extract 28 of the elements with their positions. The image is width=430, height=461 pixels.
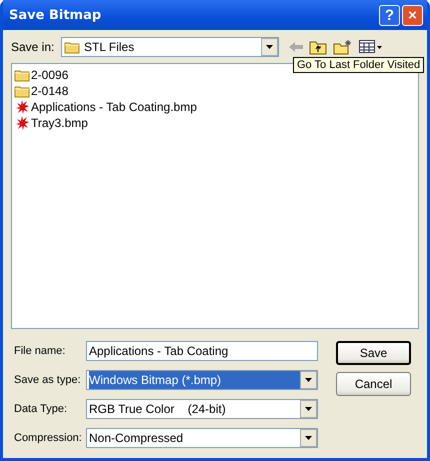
view-menu-icon[interactable] <box>359 40 383 54</box>
folder-dropdown[interactable]: STL Files <box>61 37 279 57</box>
save-in-label: Save in: <box>11 40 55 54</box>
close-button[interactable]: × <box>402 4 423 26</box>
splat-icon <box>14 99 30 115</box>
dialog-button[interactable]: Save <box>336 341 411 365</box>
field-label: File name: <box>13 345 66 357</box>
dialog-button[interactable]: Cancel <box>336 372 411 396</box>
folder-icon <box>14 84 30 98</box>
field-label: Compression: <box>13 432 83 444</box>
input-field[interactable]: Applications - Tab Coating <box>86 341 318 361</box>
new-folder-icon[interactable] <box>333 39 353 55</box>
field-label: Save as type: <box>13 374 82 386</box>
file-item[interactable]: Tray3.bmp <box>14 115 416 131</box>
dropdown-field[interactable]: Windows Bitmap (*.bmp) <box>86 370 318 390</box>
help-button[interactable]: ? <box>379 4 400 26</box>
folder-icon <box>64 40 80 54</box>
folder-icon <box>14 68 30 82</box>
folder-name: STL Files <box>84 40 134 54</box>
dropdown-field[interactable]: Non-Compressed <box>86 428 318 448</box>
splat-icon <box>14 115 30 131</box>
window-title: Save Bitmap <box>9 8 102 22</box>
tooltip: Go To Last Folder Visited <box>293 57 424 73</box>
up-folder-icon[interactable] <box>309 39 327 55</box>
field-label: Data Type: <box>13 403 68 415</box>
file-item[interactable]: 2-0148 <box>14 83 416 99</box>
dropdown-field[interactable]: RGB True Color (24-bit) <box>86 399 318 419</box>
file-item[interactable]: Applications - Tab Coating.bmp <box>14 99 416 115</box>
